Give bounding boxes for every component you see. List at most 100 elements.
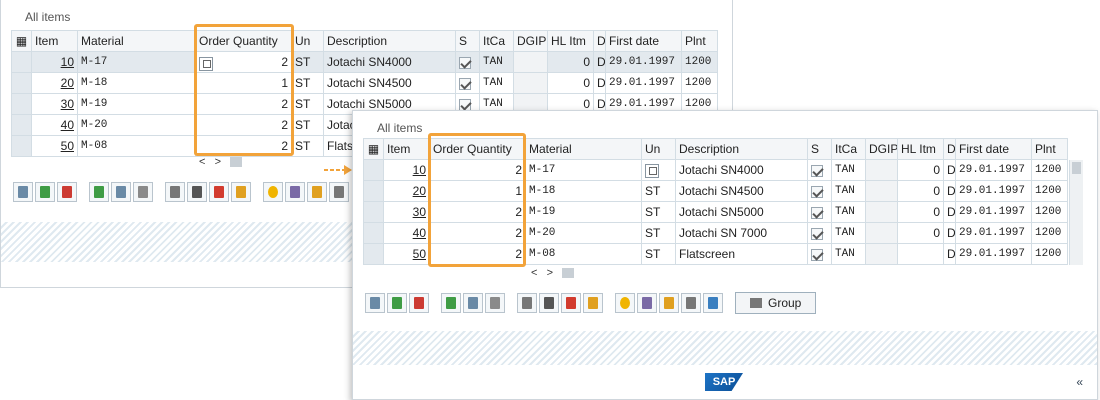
material-cell[interactable]: M-20: [525, 222, 642, 244]
s-cell[interactable]: [807, 222, 832, 244]
item-cell[interactable]: 20: [31, 72, 78, 94]
plnt-cell[interactable]: 1200: [1031, 201, 1068, 223]
table-row[interactable]: 50 2 M-08 ST Flatscreen TAN D 29.01.1997…: [363, 243, 1068, 265]
chart-icon[interactable]: [583, 293, 603, 313]
s-cell[interactable]: [455, 72, 480, 94]
d-cell[interactable]: D: [593, 51, 606, 73]
description-cell[interactable]: Jotachi SN4500: [675, 180, 808, 202]
checkbox-icon[interactable]: [459, 98, 471, 111]
dgip-cell[interactable]: [513, 51, 548, 73]
d-cell[interactable]: D: [943, 243, 956, 265]
edit-icon[interactable]: [659, 293, 679, 313]
order-quantity-cell[interactable]: 2: [195, 114, 292, 136]
un-cell[interactable]: [641, 159, 676, 181]
first-date-cell[interactable]: 29.01.1997: [605, 51, 682, 73]
hl-itm-cell[interactable]: 0: [897, 180, 944, 202]
plnt-cell[interactable]: 1200: [1031, 243, 1068, 265]
item-cell[interactable]: 50: [383, 243, 430, 265]
table-row[interactable]: 20 1 M-18 ST Jotachi SN4500 TAN 0 D 29.0…: [363, 180, 1068, 202]
order-quantity-cell[interactable]: 2: [195, 51, 292, 73]
dgip-cell[interactable]: [865, 180, 898, 202]
itca-cell[interactable]: TAN: [479, 51, 514, 73]
un-cell[interactable]: ST: [641, 180, 676, 202]
order-quantity-cell[interactable]: 2: [429, 159, 526, 181]
details-icon[interactable]: [365, 293, 385, 313]
checkbox-icon[interactable]: [811, 164, 823, 177]
hl-itm-cell[interactable]: 0: [547, 51, 594, 73]
un-cell[interactable]: ST: [641, 201, 676, 223]
hl-itm-cell[interactable]: 0: [897, 201, 944, 223]
select-block-icon[interactable]: [463, 293, 483, 313]
itca-cell[interactable]: TAN: [479, 72, 514, 94]
col-dgip[interactable]: DGIP: [865, 138, 898, 160]
row-selector[interactable]: [11, 51, 32, 73]
first-date-cell[interactable]: 29.01.1997: [955, 201, 1032, 223]
horizontal-scroll[interactable]: < >: [531, 267, 575, 279]
item-cell[interactable]: 30: [383, 201, 430, 223]
material-cell[interactable]: M-17: [77, 51, 196, 73]
delete-row-icon[interactable]: [409, 293, 429, 313]
row-selector[interactable]: [363, 159, 384, 181]
insert-row-icon[interactable]: [387, 293, 407, 313]
item-cell[interactable]: 40: [383, 222, 430, 244]
col-plnt[interactable]: Plnt: [681, 30, 718, 52]
description-cell[interactable]: Jotachi SN4000: [323, 51, 456, 73]
item-cell[interactable]: 10: [383, 159, 430, 181]
description-cell[interactable]: Jotachi SN4500: [323, 72, 456, 94]
table-settings-icon[interactable]: ▦: [363, 138, 384, 160]
un-cell[interactable]: ST: [641, 222, 676, 244]
first-date-cell[interactable]: 29.01.1997: [955, 222, 1032, 244]
d-cell[interactable]: D: [943, 180, 956, 202]
split-icon[interactable]: [539, 293, 559, 313]
flask-icon[interactable]: [637, 293, 657, 313]
s-cell[interactable]: [807, 201, 832, 223]
checkbox-icon[interactable]: [459, 77, 471, 90]
s-cell[interactable]: [455, 51, 480, 73]
select-block-icon[interactable]: [111, 182, 131, 202]
un-cell[interactable]: ST: [291, 135, 324, 157]
col-s[interactable]: S: [455, 30, 480, 52]
dgip-cell[interactable]: [865, 222, 898, 244]
itca-cell[interactable]: TAN: [831, 201, 866, 223]
col-description[interactable]: Description: [323, 30, 456, 52]
hl-itm-cell[interactable]: 0: [897, 222, 944, 244]
un-cell[interactable]: ST: [291, 72, 324, 94]
un-cell[interactable]: ST: [291, 51, 324, 73]
col-dgip[interactable]: DGIP: [513, 30, 548, 52]
col-first-date[interactable]: First date: [955, 138, 1032, 160]
col-itca[interactable]: ItCa: [831, 138, 866, 160]
col-description[interactable]: Description: [675, 138, 808, 160]
order-quantity-cell[interactable]: 2: [429, 201, 526, 223]
table-row[interactable]: 10 M-17 2 ST Jotachi SN4000 TAN 0 D 29.0…: [11, 51, 718, 73]
configure-icon[interactable]: [517, 293, 537, 313]
pricing-icon[interactable]: [615, 293, 635, 313]
row-selector[interactable]: [11, 114, 32, 136]
delete-row-icon[interactable]: [57, 182, 77, 202]
first-date-cell[interactable]: 29.01.1997: [605, 72, 682, 94]
row-selector[interactable]: [363, 180, 384, 202]
chart-icon[interactable]: [231, 182, 251, 202]
configure-icon[interactable]: [165, 182, 185, 202]
checkbox-icon[interactable]: [459, 56, 471, 69]
order-quantity-cell[interactable]: 1: [195, 72, 292, 94]
scroll-right-button[interactable]: >: [215, 156, 221, 168]
dgip-cell[interactable]: [865, 159, 898, 181]
item-cell[interactable]: 40: [31, 114, 78, 136]
order-quantity-cell[interactable]: 2: [195, 135, 292, 157]
table-row[interactable]: 30 2 M-19 ST Jotachi SN5000 TAN 0 D 29.0…: [363, 201, 1068, 223]
scroll-thumb[interactable]: [562, 268, 575, 279]
col-item[interactable]: Item: [31, 30, 78, 52]
item-cell[interactable]: 30: [31, 93, 78, 115]
deselect-icon[interactable]: [485, 293, 505, 313]
flask-icon[interactable]: [285, 182, 305, 202]
pricing-icon[interactable]: [263, 182, 283, 202]
dgip-cell[interactable]: [865, 201, 898, 223]
horizontal-scroll[interactable]: < >: [199, 156, 243, 168]
checkbox-icon[interactable]: [811, 227, 823, 240]
material-cell[interactable]: M-08: [525, 243, 642, 265]
description-cell[interactable]: Jotachi SN5000: [675, 201, 808, 223]
deselect-icon[interactable]: [133, 182, 153, 202]
copy-icon[interactable]: [199, 57, 213, 71]
table-row[interactable]: 20 M-18 1 ST Jotachi SN4500 TAN 0 D 29.0…: [11, 72, 718, 94]
checkbox-icon[interactable]: [811, 248, 823, 261]
